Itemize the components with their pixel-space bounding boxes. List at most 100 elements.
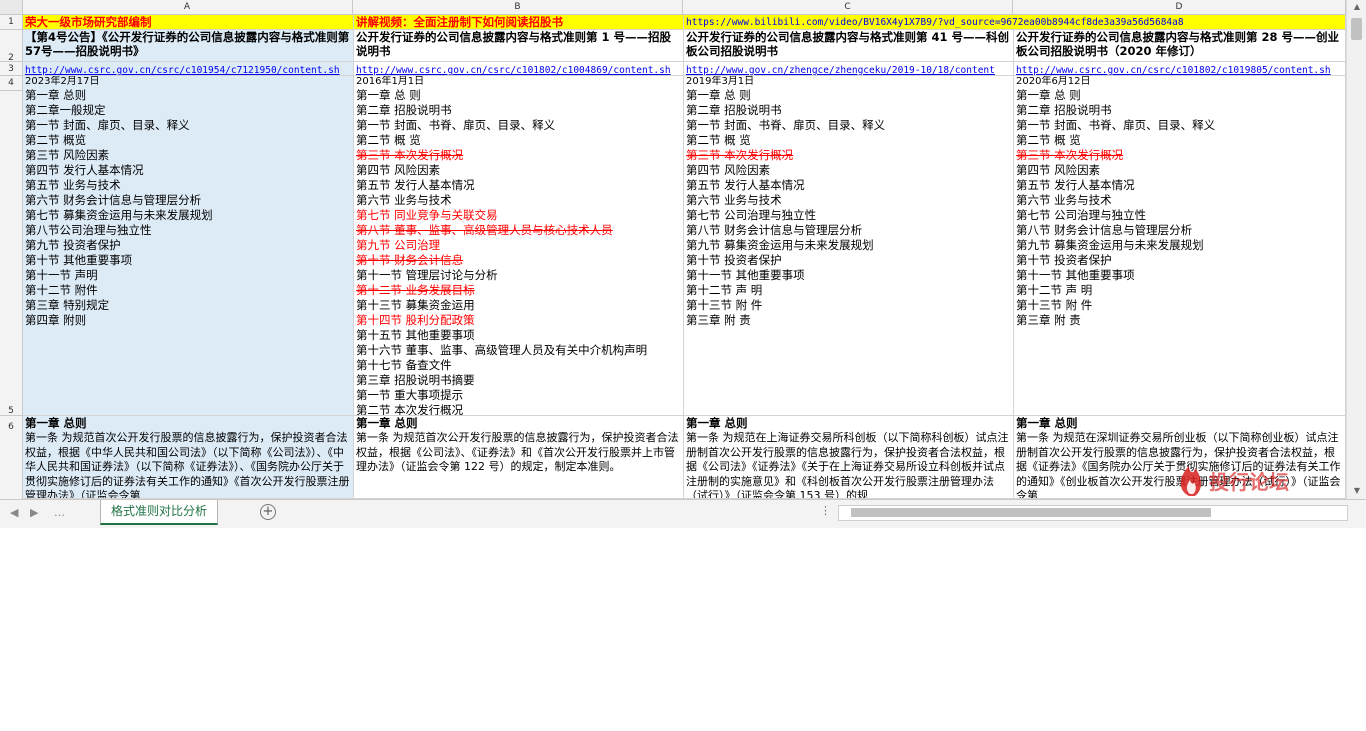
cell-c6[interactable]: 第一章 总则 第一条 为规范在上海证券交易所科创板（以下简称科创板）试点注册制首… bbox=[684, 416, 1014, 499]
toc-item: 第一章 总 则 bbox=[686, 88, 751, 102]
vertical-scrollbar[interactable]: ▲ ▼ bbox=[1346, 0, 1366, 499]
toc-item: 第一节 封面、书脊、扉页、目录、释义 bbox=[356, 118, 556, 132]
sheet-next-icon[interactable]: ▶ bbox=[30, 506, 38, 519]
sheet-tab-bar: ◀ ▶ … 格式准则对比分析 + ⋮ bbox=[0, 499, 1366, 528]
toc-item: 第十二节 业务发展目标 bbox=[356, 283, 475, 297]
horizontal-scroll-thumb[interactable] bbox=[851, 508, 1211, 517]
toc-list-a: 第一章 总则 第二章一般规定 第一节 封面、扉页、目录、释义 第二节 概览 第三节 风险… bbox=[25, 88, 351, 328]
toc-item: 第十四节 股利分配政策 bbox=[356, 313, 475, 327]
cell-a4[interactable]: 2023年2月17日 第一章 总则 第二章一般规定 第一节 封面、扉页、目录、释义第… bbox=[23, 76, 354, 416]
toc-item: 第八节 董事、监事、高级管理人员与核心技术人员 bbox=[356, 223, 613, 237]
toc-item: 第七节 募集资金运用与未来发展规划 bbox=[25, 208, 213, 222]
row-header-4[interactable]: 4 bbox=[0, 76, 22, 91]
row-header-1[interactable]: 1 bbox=[0, 15, 22, 30]
cell-b3[interactable]: http://www.csrc.gov.cn/csrc/c101802/c100… bbox=[354, 62, 684, 76]
toc-item: 第一节 封面、扉页、目录、释义 bbox=[25, 118, 190, 132]
sheet-tab-active[interactable]: 格式准则对比分析 bbox=[100, 500, 219, 525]
toc-item: 第四节 风险因素 bbox=[1016, 163, 1101, 177]
horizontal-scrollbar[interactable] bbox=[838, 505, 1348, 521]
row-header-2[interactable]: 2 bbox=[0, 30, 22, 63]
toc-list-b: 第一章 总 则第二章 招股说明书 第一节 封面、书脊、扉页、目录、释义 第二节 概 … bbox=[356, 88, 681, 416]
cell-a2[interactable]: 【第4号公告】《公开发行证券的公司信息披露内容与格式准则第57号——招股说明书》 bbox=[23, 30, 354, 62]
cell-c4[interactable]: 2019年3月1日 第一章 总 则第二章 招股说明书 第一节 封面、书脊、扉页、目… bbox=[684, 76, 1014, 416]
gov-link-c[interactable]: http://www.gov.cn/zhengce/zhengceku/2019… bbox=[686, 65, 995, 75]
cell-b2[interactable]: 公开发行证券的公司信息披露内容与格式准则第 1 号——招股说明书 bbox=[354, 30, 684, 62]
csrc-link-a[interactable]: http://www.csrc.gov.cn/csrc/c101954/c712… bbox=[25, 65, 340, 75]
cell-b4[interactable]: 2016年1月1日 第一章 总 则第二章 招股说明书 第一节 封面、书脊、扉页、目… bbox=[354, 76, 684, 416]
toc-item: 第十三节 附 件 bbox=[1016, 298, 1093, 312]
toc-item: 第五节 发行人基本情况 bbox=[1016, 178, 1135, 192]
toc-item: 第七节 公司治理与独立性 bbox=[1016, 208, 1147, 222]
toc-item: 第四节 风险因素 bbox=[356, 163, 441, 177]
vertical-scroll-thumb[interactable] bbox=[1351, 18, 1362, 40]
toc-item: 第九节 投资者保护 bbox=[25, 238, 121, 252]
split-handle-icon[interactable]: ⋮ bbox=[820, 504, 831, 517]
toc-item: 第三章 附 责 bbox=[1016, 313, 1081, 327]
csrc-link-b[interactable]: http://www.csrc.gov.cn/csrc/c101802/c100… bbox=[356, 65, 671, 75]
cell-d3[interactable]: http://www.csrc.gov.cn/csrc/c101802/c101… bbox=[1014, 62, 1346, 76]
toc-item: 第十七节 备查文件 bbox=[356, 358, 452, 372]
forum-watermark: 投行论坛 bbox=[1175, 458, 1325, 498]
add-sheet-icon[interactable]: + bbox=[260, 504, 276, 520]
toc-item: 第五节 发行人基本情况 bbox=[356, 178, 475, 192]
cell-b6[interactable]: 第一章 总则 第一条 为规范首次公开发行股票的信息披露行为，保护投资者合法权益，… bbox=[354, 416, 684, 499]
cell-grid[interactable]: 荣大一级市场研究部编制 讲解视频：全面注册制下如何阅读招股书 https://w… bbox=[23, 15, 1346, 499]
csrc-link-d[interactable]: http://www.csrc.gov.cn/csrc/c101802/c101… bbox=[1016, 65, 1331, 75]
cell-c2[interactable]: 公开发行证券的公司信息披露内容与格式准则第 41 号——科创板公司招股说明书 bbox=[684, 30, 1014, 62]
chapter-heading-c: 第一章 总则 bbox=[686, 416, 748, 430]
cell-c3[interactable]: http://www.gov.cn/zhengce/zhengceku/2019… bbox=[684, 62, 1014, 76]
date-c: 2019年3月1日 bbox=[686, 76, 755, 87]
column-header-b[interactable]: B bbox=[353, 0, 683, 14]
chapter-heading-a: 第一章 总则 bbox=[25, 416, 87, 430]
cell-d4[interactable]: 2020年6月12日 第一章 总 则第二章 招股说明书 第一节 封面、书脊、扉页、… bbox=[1014, 76, 1346, 416]
row-header-6[interactable]: 6 bbox=[0, 416, 22, 499]
toc-item: 第六节 业务与技术 bbox=[356, 193, 452, 207]
toc-item: 第五节 业务与技术 bbox=[25, 178, 121, 192]
toc-item: 第十三节 附 件 bbox=[686, 298, 763, 312]
toc-item: 第三节 本次发行概况 bbox=[356, 148, 464, 162]
toc-item: 第二节 概 览 bbox=[686, 133, 751, 147]
toc-item: 第六节 业务与技术 bbox=[1016, 193, 1112, 207]
scroll-up-icon[interactable]: ▲ bbox=[1347, 2, 1366, 11]
column-header-d[interactable]: D bbox=[1013, 0, 1346, 14]
toc-item: 第十六节 董事、监事、高级管理人员及有关中介机构声明 bbox=[356, 343, 648, 357]
cell-d2[interactable]: 公开发行证券的公司信息披露内容与格式准则第 28 号——创业板公司招股说明书（2… bbox=[1014, 30, 1346, 62]
sheet-more-icon[interactable]: … bbox=[54, 506, 65, 519]
toc-item: 第九节 公司治理 bbox=[356, 238, 441, 252]
toc-item: 第十节 投资者保护 bbox=[686, 253, 782, 267]
cell-a1[interactable]: 荣大一级市场研究部编制 bbox=[23, 15, 354, 30]
toc-item: 第三章 招股说明书摘要 bbox=[356, 373, 475, 387]
toc-item: 第十一节 其他重要事项 bbox=[1016, 268, 1135, 282]
toc-item: 第七节 同业竞争与关联交易 bbox=[356, 208, 498, 222]
toc-item: 第八节公司治理与独立性 bbox=[25, 223, 152, 237]
toc-item: 第十二节 声 明 bbox=[1016, 283, 1093, 297]
select-all-corner[interactable] bbox=[0, 0, 23, 14]
toc-item: 第十二节 附件 bbox=[25, 283, 98, 297]
sheet-prev-icon[interactable]: ◀ bbox=[10, 506, 18, 519]
toc-item: 第三章 附 责 bbox=[686, 313, 751, 327]
cell-a3[interactable]: http://www.csrc.gov.cn/csrc/c101954/c712… bbox=[23, 62, 354, 76]
cell-a6[interactable]: 第一章 总则 第一条 为规范首次公开发行股票的信息披露行为，保护投资者合法权益，… bbox=[23, 416, 354, 499]
toc-item: 第一章 总 则 bbox=[1016, 88, 1081, 102]
toc-item: 第二节 概 览 bbox=[356, 133, 421, 147]
toc-item: 第二章 招股说明书 bbox=[1016, 103, 1112, 117]
row-header-5[interactable]: 5 bbox=[0, 91, 22, 416]
row-header-bar: 1 2 3 4 5 6 bbox=[0, 15, 23, 499]
toc-item: 第二节 本次发行概况 bbox=[356, 403, 464, 416]
column-header-c[interactable]: C bbox=[683, 0, 1013, 14]
toc-item: 第二章 招股说明书 bbox=[356, 103, 452, 117]
cell-b1[interactable]: 讲解视频：全面注册制下如何阅读招股书 bbox=[354, 15, 684, 30]
toc-item: 第十一节 管理层讨论与分析 bbox=[356, 268, 498, 282]
toc-item: 第十一节 声明 bbox=[25, 268, 98, 282]
toc-item: 第二节 概览 bbox=[25, 133, 87, 147]
toc-item: 第十节 投资者保护 bbox=[1016, 253, 1112, 267]
column-header-a[interactable]: A bbox=[22, 0, 353, 14]
article-text-b: 第一条 为规范首次公开发行股票的信息披露行为，保护投资者合法权益，根据《公司法》… bbox=[356, 431, 679, 473]
toc-item: 第九节 募集资金运用与未来发展规划 bbox=[686, 238, 874, 252]
scroll-down-icon[interactable]: ▼ bbox=[1347, 486, 1366, 495]
toc-item: 第四章 附则 bbox=[25, 313, 87, 327]
toc-item: 第八节 财务会计信息与管理层分析 bbox=[1016, 223, 1193, 237]
toc-item: 第九节 募集资金运用与未来发展规划 bbox=[1016, 238, 1204, 252]
row-header-3[interactable]: 3 bbox=[0, 62, 22, 76]
cell-c1-video-link[interactable]: https://www.bilibili.com/video/BV16X4y1X… bbox=[684, 15, 1346, 30]
